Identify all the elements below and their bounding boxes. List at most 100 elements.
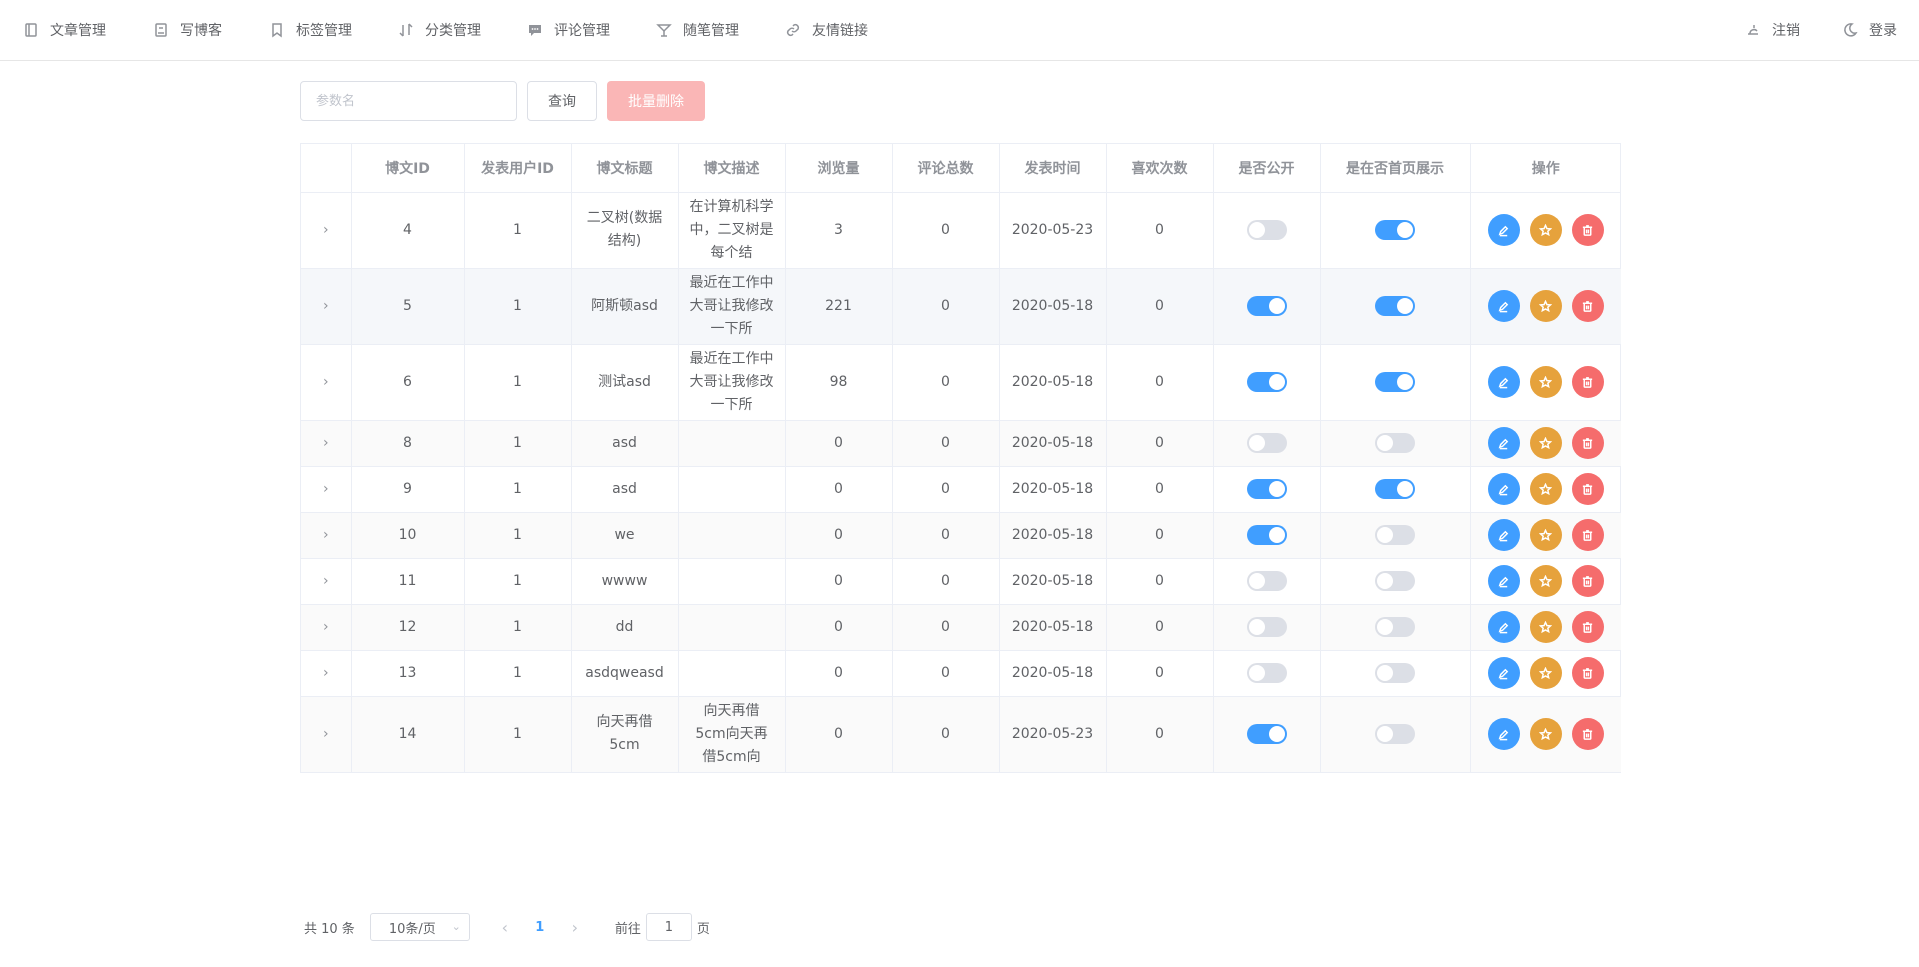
nav-item-logout[interactable]: 注销 — [1744, 0, 1800, 60]
chevron-right-icon[interactable]: › — [323, 619, 329, 635]
edit-button[interactable] — [1487, 427, 1520, 459]
homepage-toggle[interactable] — [1375, 525, 1415, 545]
public-toggle[interactable] — [1246, 525, 1287, 545]
star-button[interactable] — [1529, 519, 1562, 551]
next-page-button[interactable]: › — [560, 918, 590, 937]
nav-item-essays[interactable]: 随笔管理 — [655, 0, 739, 60]
expand-cell[interactable]: › — [301, 604, 352, 651]
page-number-current[interactable]: 1 — [520, 920, 560, 935]
star-button[interactable] — [1529, 473, 1562, 505]
chevron-right-icon[interactable]: › — [323, 298, 329, 314]
expand-cell[interactable]: › — [301, 650, 352, 697]
table-row[interactable]: › 5 1 阿斯顿asd 最近在工作中大哥让我修改一下所 221 0 2020-05-18 0 — [301, 268, 1621, 345]
public-toggle[interactable] — [1246, 617, 1287, 637]
edit-button[interactable] — [1487, 290, 1520, 322]
star-button[interactable] — [1529, 565, 1562, 597]
chevron-right-icon[interactable]: › — [323, 481, 329, 497]
delete-button[interactable] — [1571, 473, 1604, 505]
public-toggle[interactable] — [1246, 372, 1287, 392]
chevron-right-icon[interactable]: › — [323, 374, 329, 390]
nav-item-categories[interactable]: 分类管理 — [397, 0, 481, 60]
batch-delete-button[interactable]: 批量删除 — [607, 81, 705, 121]
table-row[interactable]: › 4 1 二叉树(数据结构) 在计算机科学中，二叉树是每个结 3 0 2020-05-23 0 — [301, 192, 1621, 269]
star-button[interactable] — [1529, 366, 1562, 398]
table-row[interactable]: › 10 1 we 0 0 2020-05-18 0 — [301, 512, 1621, 559]
expand-cell[interactable]: › — [301, 466, 352, 513]
chat-icon — [526, 21, 544, 39]
chevron-right-icon[interactable]: › — [323, 573, 329, 589]
chevron-right-icon[interactable]: › — [323, 665, 329, 681]
edit-button[interactable] — [1487, 718, 1520, 750]
nav-item-comments[interactable]: 评论管理 — [526, 0, 610, 60]
homepage-toggle[interactable] — [1375, 724, 1415, 744]
table-row[interactable]: › 13 1 asdqweasd 0 0 2020-05-18 0 — [301, 650, 1621, 697]
query-button[interactable]: 查询 — [527, 81, 597, 121]
edit-button[interactable] — [1487, 565, 1520, 597]
nav-item-write-blog[interactable]: 写博客 — [152, 0, 222, 60]
cell-likes: 0 — [1106, 192, 1214, 269]
goto-page-input[interactable] — [645, 913, 692, 941]
homepage-toggle[interactable] — [1375, 479, 1415, 499]
edit-button[interactable] — [1487, 214, 1520, 246]
public-toggle[interactable] — [1246, 571, 1287, 591]
expand-cell[interactable]: › — [301, 268, 352, 345]
homepage-toggle[interactable] — [1375, 372, 1415, 392]
public-toggle[interactable] — [1246, 220, 1287, 240]
edit-button[interactable] — [1487, 657, 1520, 689]
public-toggle[interactable] — [1246, 724, 1287, 744]
homepage-toggle[interactable] — [1375, 571, 1415, 591]
expand-cell[interactable]: › — [301, 420, 352, 467]
cell-likes: 0 — [1106, 268, 1214, 345]
delete-button[interactable] — [1571, 427, 1604, 459]
table-row[interactable]: › 6 1 测试asd 最近在工作中大哥让我修改一下所 98 0 2020-05-18 0 — [301, 344, 1621, 421]
star-button[interactable] — [1529, 611, 1562, 643]
chevron-right-icon[interactable]: › — [323, 435, 329, 451]
public-toggle[interactable] — [1246, 479, 1287, 499]
expand-cell[interactable]: › — [301, 344, 352, 421]
delete-button[interactable] — [1571, 519, 1604, 551]
table-row[interactable]: › 14 1 向天再借5cm 向天再借5cm向天再借5cm向 0 0 2020-05-23 0 — [301, 696, 1621, 773]
table-row[interactable]: › 8 1 asd 0 0 2020-05-18 0 — [301, 420, 1621, 467]
star-button[interactable] — [1529, 427, 1562, 459]
star-button[interactable] — [1529, 290, 1562, 322]
edit-button[interactable] — [1487, 519, 1520, 551]
homepage-toggle[interactable] — [1375, 296, 1415, 316]
edit-button[interactable] — [1487, 366, 1520, 398]
table-row[interactable]: › 12 1 dd 0 0 2020-05-18 0 — [301, 604, 1621, 651]
delete-button[interactable] — [1571, 214, 1604, 246]
star-button[interactable] — [1529, 657, 1562, 689]
nav-item-tags[interactable]: 标签管理 — [268, 0, 352, 60]
expand-cell[interactable]: › — [301, 512, 352, 559]
nav-item-login[interactable]: 登录 — [1841, 0, 1897, 60]
prev-page-button[interactable]: ‹ — [490, 918, 520, 937]
homepage-toggle[interactable] — [1375, 663, 1415, 683]
page-size-select[interactable]: 10条/页 ⌄ — [369, 913, 470, 941]
chevron-right-icon[interactable]: › — [323, 527, 329, 543]
table-row[interactable]: › 9 1 asd 0 0 2020-05-18 0 — [301, 466, 1621, 513]
delete-button[interactable] — [1571, 657, 1604, 689]
delete-button[interactable] — [1571, 565, 1604, 597]
nav-item-friend-links[interactable]: 友情链接 — [784, 0, 868, 60]
star-button[interactable] — [1529, 718, 1562, 750]
delete-button[interactable] — [1571, 290, 1604, 322]
expand-cell[interactable]: › — [301, 192, 352, 269]
delete-button[interactable] — [1571, 718, 1604, 750]
search-input[interactable] — [300, 81, 517, 121]
chevron-right-icon[interactable]: › — [323, 222, 329, 238]
star-button[interactable] — [1529, 214, 1562, 246]
homepage-toggle[interactable] — [1375, 433, 1415, 453]
nav-item-articles[interactable]: 文章管理 — [22, 0, 106, 60]
homepage-toggle[interactable] — [1375, 220, 1415, 240]
expand-cell[interactable]: › — [301, 558, 352, 605]
homepage-toggle[interactable] — [1375, 617, 1415, 637]
edit-button[interactable] — [1487, 611, 1520, 643]
delete-button[interactable] — [1571, 611, 1604, 643]
public-toggle[interactable] — [1246, 296, 1287, 316]
chevron-right-icon[interactable]: › — [323, 726, 329, 742]
expand-cell[interactable]: › — [301, 696, 352, 773]
delete-button[interactable] — [1571, 366, 1604, 398]
public-toggle[interactable] — [1246, 663, 1287, 683]
edit-button[interactable] — [1487, 473, 1520, 505]
table-row[interactable]: › 11 1 wwww 0 0 2020-05-18 0 — [301, 558, 1621, 605]
public-toggle[interactable] — [1246, 433, 1287, 453]
